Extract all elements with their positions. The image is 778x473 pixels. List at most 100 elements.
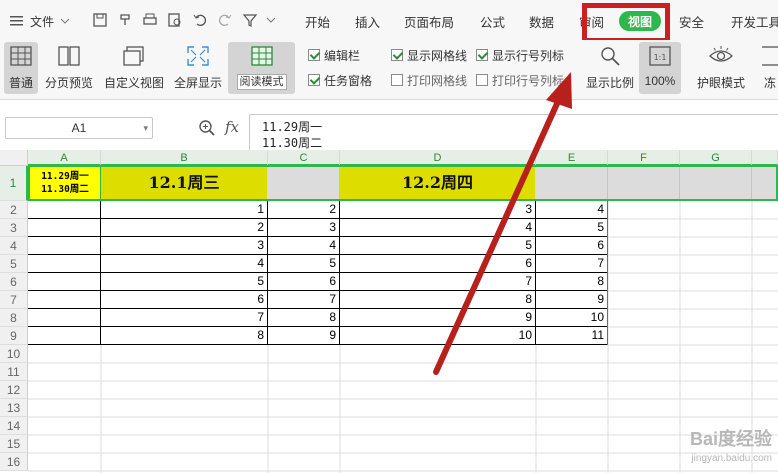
column-header-c[interactable]: C xyxy=(268,150,340,166)
checkbox-checked xyxy=(391,49,403,61)
column-header-f[interactable]: F xyxy=(608,150,680,166)
show-headers-checkbox[interactable]: 显示行号列标 xyxy=(476,47,564,63)
normal-view-button[interactable]: 普通 xyxy=(4,42,38,94)
cell-c1[interactable] xyxy=(268,166,340,201)
freeze-label: 冻 xyxy=(763,76,776,90)
checkbox-unchecked xyxy=(391,74,403,86)
row-header-15[interactable]: 15 xyxy=(0,435,28,453)
custom-view-icon xyxy=(121,43,147,69)
row-header-1[interactable]: 1 xyxy=(0,166,28,201)
redo-icon[interactable] xyxy=(215,10,235,30)
tab-developer-tools[interactable]: 开发工具 xyxy=(731,12,778,30)
column-header-a[interactable]: A xyxy=(28,150,101,166)
zoom-button[interactable]: 显示比例 xyxy=(584,42,636,94)
column-header-g[interactable]: G xyxy=(680,150,752,166)
zoom-lookup-icon[interactable] xyxy=(198,119,216,137)
select-all-corner[interactable] xyxy=(0,150,28,166)
row-header-3[interactable]: 3 xyxy=(0,219,28,237)
freeze-icon xyxy=(762,43,778,69)
edit-bar-label: 编辑栏 xyxy=(324,48,361,63)
spreadsheet-grid[interactable]: A B C D E F G 1 2 3 4 5 6 7 8 9 10 11 12… xyxy=(0,150,778,473)
page-break-icon xyxy=(56,43,82,69)
formula-bar: A1 ▾ fx 11.29周一 11.30周二 xyxy=(0,100,778,154)
task-pane-label: 任务窗格 xyxy=(324,73,373,88)
reading-mode-button[interactable]: 阅读模式 xyxy=(228,42,295,94)
print-preview-icon[interactable] xyxy=(165,10,185,30)
print-headers-checkbox[interactable]: 打印行号列标 xyxy=(476,72,564,88)
column-header-b[interactable]: B xyxy=(101,150,268,166)
cell-b1[interactable]: 12.1周三 xyxy=(101,166,268,201)
eye-protection-label: 护眼模式 xyxy=(696,76,745,90)
page-break-preview-label: 分页预览 xyxy=(44,76,93,90)
column-header-e[interactable]: E xyxy=(536,150,608,166)
row-header-13[interactable]: 13 xyxy=(0,399,28,417)
row-header-4[interactable]: 4 xyxy=(0,237,28,255)
formula-content-field[interactable]: 11.29周一 11.30周二 xyxy=(249,114,778,154)
row-header-8[interactable]: 8 xyxy=(0,309,28,327)
name-box[interactable]: A1 ▾ xyxy=(5,117,153,139)
hamburger-icon xyxy=(10,16,23,26)
eye-icon xyxy=(708,43,734,69)
cell-g1[interactable] xyxy=(680,166,752,201)
watermark-sub: jingyan.baidu.com xyxy=(691,453,772,464)
checkbox-checked xyxy=(476,49,488,61)
formula-content-line1: 11.29周一 xyxy=(262,120,323,134)
cell-a1[interactable]: 11.29周一 11.30周二 xyxy=(29,166,101,201)
row-header-5[interactable]: 5 xyxy=(0,255,28,273)
undo-icon[interactable] xyxy=(190,10,210,30)
tab-insert[interactable]: 插入 xyxy=(355,12,380,30)
format-painter-icon[interactable] xyxy=(115,10,135,30)
ribbon-tab-bar: 文件 开始 插入 页面布局 公式 数据 审阅 视图 安全 开发工具 xyxy=(0,0,778,43)
row-header-10[interactable]: 10 xyxy=(0,345,28,363)
tab-start[interactable]: 开始 xyxy=(305,12,330,30)
column-header-d[interactable]: D xyxy=(340,150,536,166)
row-header-12[interactable]: 12 xyxy=(0,381,28,399)
file-menu-label: 文件 xyxy=(30,14,55,29)
cell-h1[interactable] xyxy=(752,166,778,201)
zoom-100-label: 100% xyxy=(644,74,676,88)
tab-page-layout[interactable]: 页面布局 xyxy=(404,12,454,30)
chevron-down-icon: ▾ xyxy=(143,123,148,133)
tab-formula[interactable]: 公式 xyxy=(480,12,505,30)
filter-icon[interactable] xyxy=(240,10,260,30)
show-gridlines-label: 显示网格线 xyxy=(407,48,468,63)
cell-f1[interactable] xyxy=(608,166,680,201)
reading-mode-label: 阅读模式 xyxy=(236,74,287,90)
row-header-11[interactable]: 11 xyxy=(0,363,28,381)
eye-protection-button[interactable]: 护眼模式 xyxy=(694,42,748,94)
save-icon[interactable] xyxy=(90,10,110,30)
chevron-down-icon xyxy=(60,18,70,24)
page-break-preview-button[interactable]: 分页预览 xyxy=(43,42,95,94)
custom-view-button[interactable]: 自定义视图 xyxy=(102,42,166,94)
cell-d1[interactable]: 12.2周四 xyxy=(340,166,536,201)
file-menu[interactable]: 文件 xyxy=(10,12,70,30)
normal-view-label: 普通 xyxy=(8,76,33,90)
grid-icon xyxy=(8,43,34,69)
tab-security[interactable]: 安全 xyxy=(679,12,704,30)
row-header-7[interactable]: 7 xyxy=(0,291,28,309)
tab-data[interactable]: 数据 xyxy=(529,12,554,30)
name-box-value: A1 xyxy=(71,121,87,135)
insert-function-icon[interactable]: fx xyxy=(225,118,239,136)
column-header-extra[interactable] xyxy=(752,150,778,166)
print-icon[interactable] xyxy=(140,10,160,30)
print-gridlines-checkbox[interactable]: 打印网格线 xyxy=(391,72,467,88)
checkbox-unchecked xyxy=(476,74,488,86)
svg-text:1:1: 1:1 xyxy=(654,53,667,62)
row-header-16[interactable]: 16 xyxy=(0,453,28,471)
row-header-6[interactable]: 6 xyxy=(0,273,28,291)
row-header-9[interactable]: 9 xyxy=(0,327,28,345)
full-screen-button[interactable]: 全屏显示 xyxy=(172,42,224,94)
zoom-label: 显示比例 xyxy=(585,76,634,90)
formula-content-line2: 11.30周二 xyxy=(262,136,323,150)
quick-access-dropdown-icon[interactable] xyxy=(264,10,278,30)
task-pane-checkbox[interactable]: 任务窗格 xyxy=(308,72,372,88)
zoom-100-button[interactable]: 1:1 100% xyxy=(639,42,681,94)
freeze-panes-button[interactable]: 冻 xyxy=(762,42,778,94)
cell-e1[interactable] xyxy=(536,166,608,201)
edit-bar-checkbox[interactable]: 编辑栏 xyxy=(308,47,360,63)
row-header-14[interactable]: 14 xyxy=(0,417,28,435)
reading-mode-icon xyxy=(249,43,275,69)
row-header-2[interactable]: 2 xyxy=(0,201,28,219)
show-gridlines-checkbox[interactable]: 显示网格线 xyxy=(391,47,467,63)
